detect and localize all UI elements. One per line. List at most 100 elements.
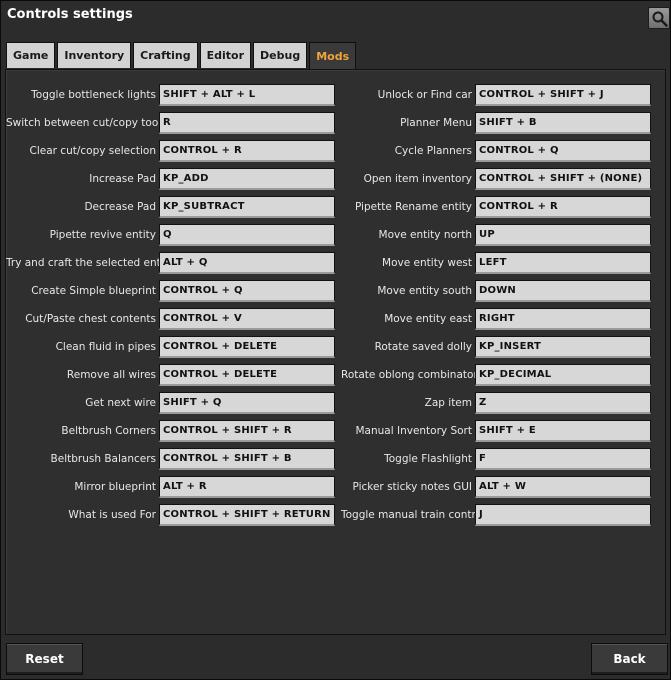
binding-label: Switch between cut/copy tools xyxy=(6,117,167,129)
binding-row: Beltbrush Corners CONTROL + SHIFT + R xyxy=(6,420,341,442)
tab-debug[interactable]: Debug xyxy=(253,42,308,68)
binding-row: Pipette revive entity Q xyxy=(6,224,341,246)
tab-bar: Game Inventory Crafting Editor Debug Mod… xyxy=(6,42,357,70)
binding-label: Cycle Planners xyxy=(394,145,472,157)
binding-label: Open item inventory xyxy=(363,173,472,185)
binding-label: Try and craft the selected entity xyxy=(6,257,175,269)
binding-row: Move entity west LEFT xyxy=(341,252,671,274)
binding-row: Cycle Planners CONTROL + Q xyxy=(341,140,671,162)
search-button[interactable] xyxy=(648,7,670,29)
binding-row: Planner Menu SHIFT + B xyxy=(341,112,671,134)
key-binding-button[interactable]: CONTROL + SHIFT + J xyxy=(475,84,651,106)
left-bindings-column: Toggle bottleneck lights SHIFT + ALT + L S… xyxy=(6,84,341,526)
binding-row: Cut/Paste chest contents CONTROL + V xyxy=(6,308,341,330)
bindings-grid: Toggle bottleneck lights SHIFT + ALT + L S… xyxy=(6,84,671,526)
binding-label: Picker sticky notes GUI xyxy=(352,481,472,493)
key-binding-button[interactable]: KP_SUBTRACT xyxy=(159,196,335,218)
binding-row: Beltbrush Balancers CONTROL + SHIFT + B xyxy=(6,448,341,470)
binding-label: Manual Inventory Sort xyxy=(355,425,472,437)
binding-label: Create Simple blueprint xyxy=(31,285,156,297)
key-binding-button[interactable]: CONTROL + SHIFT + (NONE) xyxy=(475,168,651,190)
key-binding-button[interactable]: CONTROL + SHIFT + R xyxy=(159,420,335,442)
binding-label: Clean fluid in pipes xyxy=(55,341,156,353)
key-binding-button[interactable]: ALT + Q xyxy=(159,252,335,274)
key-binding-button[interactable]: SHIFT + B xyxy=(475,112,651,134)
binding-label: Move entity west xyxy=(382,257,472,269)
key-binding-button[interactable]: SHIFT + Q xyxy=(159,392,335,414)
binding-row: Get next wire SHIFT + Q xyxy=(6,392,341,414)
key-binding-button[interactable]: KP_DECIMAL xyxy=(475,364,651,386)
binding-row: Clear cut/copy selection CONTROL + R xyxy=(6,140,341,162)
key-binding-button[interactable]: CONTROL + R xyxy=(475,196,651,218)
key-binding-button[interactable]: ALT + W xyxy=(475,476,651,498)
key-binding-button[interactable]: ALT + R xyxy=(159,476,335,498)
tab-mods[interactable]: Mods xyxy=(309,42,357,70)
binding-label: Move entity north xyxy=(378,229,472,241)
key-binding-button[interactable]: CONTROL + SHIFT + B xyxy=(159,448,335,470)
binding-label: Mirror blueprint xyxy=(74,481,156,493)
key-binding-button[interactable]: SHIFT + E xyxy=(475,420,651,442)
binding-row: Remove all wires CONTROL + DELETE xyxy=(6,364,341,386)
binding-row: Toggle Flashlight F xyxy=(341,448,671,470)
window-title: Controls settings xyxy=(7,7,133,22)
binding-row: Open item inventory CONTROL + SHIFT + (NO… xyxy=(341,168,671,190)
reset-button[interactable]: Reset xyxy=(6,643,83,675)
binding-label: Unlock or Find car xyxy=(377,89,472,101)
binding-row: Create Simple blueprint CONTROL + Q xyxy=(6,280,341,302)
tab-crafting[interactable]: Crafting xyxy=(133,42,198,68)
binding-row: Mirror blueprint ALT + R xyxy=(6,476,341,498)
tab-game[interactable]: Game xyxy=(6,42,56,68)
search-icon xyxy=(652,11,668,27)
key-binding-button[interactable]: CONTROL + Q xyxy=(475,140,651,162)
binding-label: Toggle Flashlight xyxy=(384,453,472,465)
key-binding-button[interactable]: CONTROL + DELETE xyxy=(159,364,335,386)
binding-label: Get next wire xyxy=(85,397,156,409)
binding-label: Pipette revive entity xyxy=(49,229,156,241)
key-binding-button[interactable]: Z xyxy=(475,392,651,414)
binding-label: Beltbrush Corners xyxy=(61,425,156,437)
binding-row: Manual Inventory Sort SHIFT + E xyxy=(341,420,671,442)
key-binding-button[interactable]: CONTROL + V xyxy=(159,308,335,330)
binding-label: Increase Pad xyxy=(89,173,156,185)
binding-label: Move entity east xyxy=(384,313,472,325)
binding-row: Decrease Pad KP_SUBTRACT xyxy=(6,196,341,218)
tab-inventory[interactable]: Inventory xyxy=(57,42,132,68)
binding-row: Move entity north UP xyxy=(341,224,671,246)
back-button[interactable]: Back xyxy=(591,643,668,675)
binding-row: Unlock or Find car CONTROL + SHIFT + J xyxy=(341,84,671,106)
binding-row: Rotate saved dolly KP_INSERT xyxy=(341,336,671,358)
binding-label: Zap item xyxy=(424,397,472,409)
key-binding-button[interactable]: Q xyxy=(159,224,335,246)
binding-label: Pipette Rename entity xyxy=(354,201,472,213)
key-binding-button[interactable]: RIGHT xyxy=(475,308,651,330)
key-binding-button[interactable]: R xyxy=(159,112,335,134)
binding-row: Toggle manual train control J xyxy=(341,504,671,526)
binding-label: Cut/Paste chest contents xyxy=(25,313,156,325)
key-binding-button[interactable]: CONTROL + DELETE xyxy=(159,336,335,358)
binding-row: Increase Pad KP_ADD xyxy=(6,168,341,190)
key-binding-button[interactable]: KP_ADD xyxy=(159,168,335,190)
key-binding-button[interactable]: KP_INSERT xyxy=(475,336,651,358)
key-binding-button[interactable]: CONTROL + SHIFT + RETURN xyxy=(159,504,335,526)
binding-label: Remove all wires xyxy=(66,369,156,381)
binding-label: Rotate oblong combinator xyxy=(341,369,478,381)
key-binding-button[interactable]: CONTROL + R xyxy=(159,140,335,162)
binding-label: Planner Menu xyxy=(400,117,472,129)
tab-editor[interactable]: Editor xyxy=(199,42,252,68)
controls-settings-window: Controls settings Game Inventory Craftin… xyxy=(0,0,671,680)
binding-row: What is used For CONTROL + SHIFT + RETURN xyxy=(6,504,341,526)
right-bindings-column: Unlock or Find car CONTROL + SHIFT + J Pla… xyxy=(341,84,671,526)
binding-row: Picker sticky notes GUI ALT + W xyxy=(341,476,671,498)
binding-label: Move entity south xyxy=(377,285,472,297)
binding-label: What is used For xyxy=(68,509,156,521)
key-binding-button[interactable]: LEFT xyxy=(475,252,651,274)
binding-label: Clear cut/copy selection xyxy=(29,145,157,157)
key-binding-button[interactable]: UP xyxy=(475,224,651,246)
key-binding-button[interactable]: J xyxy=(475,504,651,526)
binding-row: Move entity east RIGHT xyxy=(341,308,671,330)
key-binding-button[interactable]: DOWN xyxy=(475,280,651,302)
key-binding-button[interactable]: CONTROL + Q xyxy=(159,280,335,302)
key-binding-button[interactable]: SHIFT + ALT + L xyxy=(159,84,335,106)
key-binding-button[interactable]: F xyxy=(475,448,651,470)
binding-label: Toggle bottleneck lights xyxy=(31,89,156,101)
